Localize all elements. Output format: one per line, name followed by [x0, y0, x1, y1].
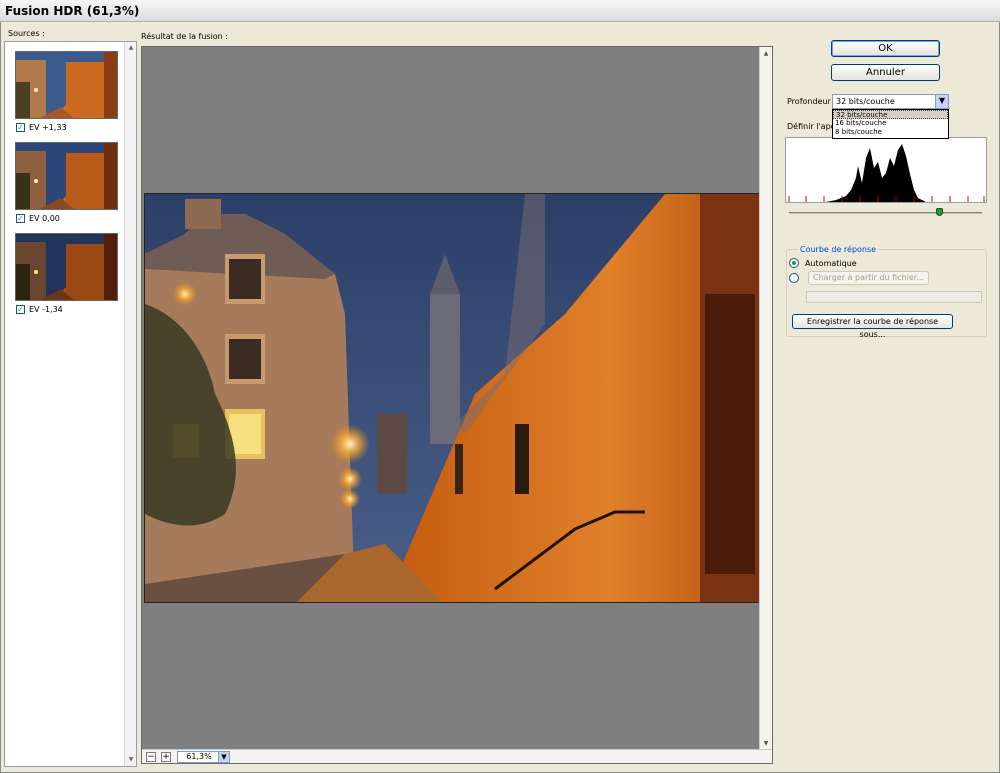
depth-option[interactable]: 16 bits/couche — [833, 119, 948, 128]
preview-horizontal-scrollbar[interactable] — [234, 751, 754, 763]
zoom-in-button[interactable]: + — [161, 752, 171, 762]
depth-option[interactable]: 8 bits/couche — [833, 128, 948, 137]
zoom-out-button[interactable]: − — [146, 752, 156, 762]
merge-preview[interactable]: ▲ ▼ − + 61,3% ▼ — [141, 46, 773, 764]
source-thumbnail[interactable] — [15, 51, 118, 119]
ok-button[interactable]: OK — [831, 40, 940, 57]
depth-dropdown-list: 32 bits/couche 16 bits/couche 8 bits/cou… — [832, 109, 949, 139]
scroll-down-icon[interactable]: ▼ — [126, 755, 136, 765]
histogram[interactable] — [785, 137, 987, 203]
sources-label: Sources : — [8, 29, 45, 38]
window-title: Fusion HDR (61,3%) — [5, 4, 140, 18]
save-response-curve-button[interactable]: Enregistrer la courbe de réponse sous... — [792, 314, 953, 339]
load-from-file-button[interactable]: Charger à partir du fichier... — [808, 271, 929, 285]
source-ev-label: EV -1,34 — [29, 305, 63, 314]
preview-label: Résultat de la fusion : — [141, 32, 228, 41]
chevron-down-icon[interactable]: ▼ — [218, 751, 230, 763]
zoom-level-field[interactable]: 61,3% — [177, 751, 221, 763]
source-ev-label: EV 0,00 — [29, 214, 60, 223]
response-curve-title: Courbe de réponse — [798, 245, 879, 254]
source-checkbox[interactable]: ✓ — [16, 214, 25, 223]
chevron-down-icon[interactable]: ▼ — [935, 95, 948, 108]
depth-option[interactable]: 32 bits/couche — [833, 110, 948, 119]
source-ev-label: EV +1,33 — [29, 123, 67, 132]
preview-vertical-scrollbar[interactable]: ▲ ▼ — [759, 47, 772, 750]
source-checkbox[interactable]: ✓ — [16, 123, 25, 132]
depth-selected-value: 32 bits/couche — [836, 97, 895, 106]
depth-label: Profondeur : — [787, 97, 837, 106]
file-path-field — [806, 291, 982, 303]
depth-select[interactable]: 32 bits/couche ▼ — [832, 94, 949, 109]
source-checkbox[interactable]: ✓ — [16, 305, 25, 314]
sources-panel: ▲ ▼ ✓ EV +1,33 ✓ EV 0,00 ✓ EV -1,34 — [4, 41, 137, 767]
scroll-up-icon[interactable]: ▲ — [761, 48, 771, 59]
scroll-up-icon[interactable]: ▲ — [126, 43, 136, 53]
load-file-radio[interactable] — [789, 273, 799, 283]
merged-photo — [144, 193, 760, 603]
preview-bottom-bar: − + 61,3% ▼ — [142, 749, 772, 763]
cancel-button[interactable]: Annuler — [831, 64, 940, 81]
sources-scrollbar[interactable]: ▲ ▼ — [124, 42, 136, 766]
source-thumbnail[interactable] — [15, 233, 118, 301]
slider-thumb[interactable] — [936, 208, 943, 216]
automatic-label: Automatique — [805, 259, 857, 268]
title-bar: Fusion HDR (61,3%) — [0, 0, 1000, 22]
automatic-radio[interactable] — [789, 258, 799, 268]
white-point-slider[interactable] — [789, 212, 982, 214]
source-thumbnail[interactable] — [15, 142, 118, 210]
scroll-down-icon[interactable]: ▼ — [761, 738, 771, 749]
